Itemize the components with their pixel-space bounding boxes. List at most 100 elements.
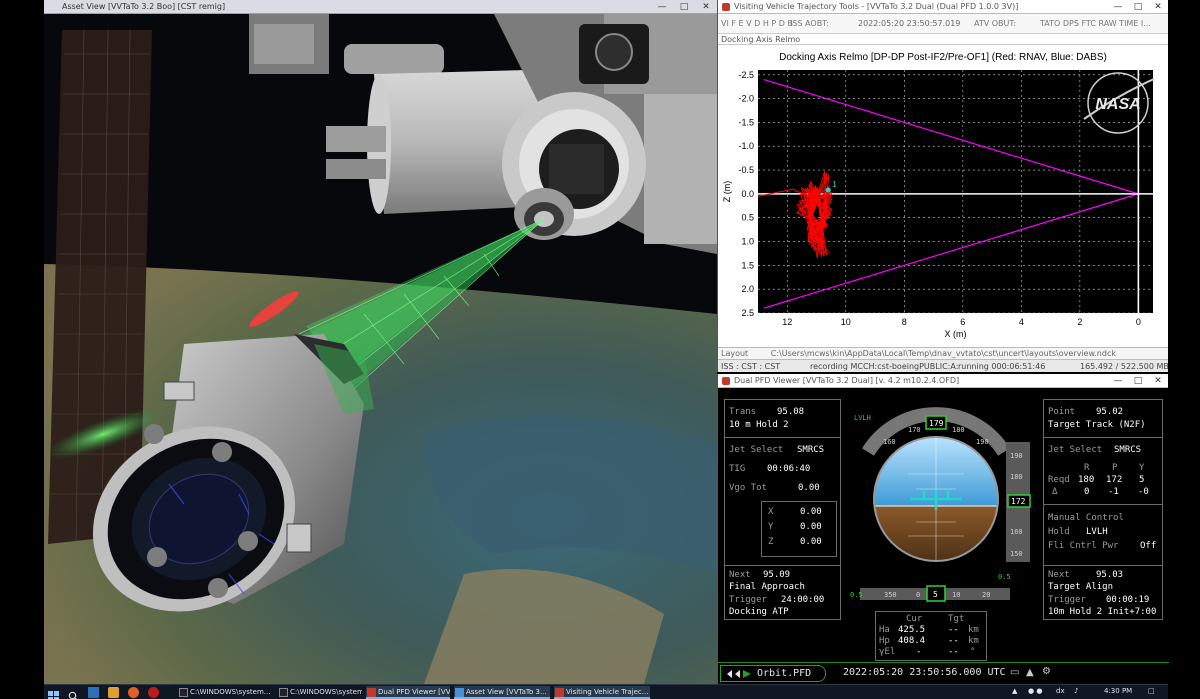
trajectory-title: Visiting Vehicle Trajectory Tools - [VVT…: [734, 2, 1019, 11]
layout-path-bar: Layout C:\Users\mcws\kin\AppData\Local\T…: [718, 347, 1168, 359]
close-icon[interactable]: ✕: [1148, 0, 1168, 14]
tig-value: 00:06:40: [767, 464, 811, 474]
pfd-timestamp: 2022:05:20 23:50:56.000 UTC: [843, 667, 1006, 678]
pfd-display: Trans 95.08 10 m Hold 2 Jet Select SMRCS…: [718, 388, 1169, 662]
system-clock[interactable]: 4:30 PM: [1104, 687, 1132, 695]
current-position-marker: [825, 187, 831, 193]
yel-tgt: --: [948, 647, 959, 657]
pfd-titlebar[interactable]: Dual PFD Viewer [VVTaTo 3.2 Dual] [v. 4.…: [718, 374, 1168, 388]
taskbar-item-dual-pfd[interactable]: Dual PFD Viewer [VVT...: [366, 686, 450, 699]
maximize-icon[interactable]: □: [673, 0, 695, 14]
taskbar-item-label: Asset View [VVTaTo 3...: [466, 688, 547, 696]
left-border: [0, 0, 44, 699]
vgo-y-label: Y: [768, 522, 774, 532]
language-indicator[interactable]: dx: [1056, 687, 1065, 695]
trigger-value: 00:00:19: [1106, 595, 1150, 605]
plot-selector-tab[interactable]: Docking Axis Relmo: [718, 34, 1168, 45]
hold-value: LVLH: [1086, 527, 1108, 537]
x-tick-label: 2: [1077, 317, 1082, 327]
minimize-icon[interactable]: —: [651, 0, 673, 14]
orbit-pfd-tab-label: Orbit.PFD: [757, 668, 812, 679]
svg-text:10: 10: [952, 591, 960, 599]
y-tick-label: 0.0: [741, 189, 754, 199]
asset-view-window[interactable]: Asset View [VVTaTo 3.2 Boo] [CST remig] …: [44, 0, 717, 684]
gear-icon[interactable]: ⚙: [1042, 666, 1051, 677]
file-explorer-icon[interactable]: [108, 687, 119, 698]
app-icon-red[interactable]: [148, 687, 159, 698]
y-tick-label: 1.0: [741, 237, 754, 247]
minimize-icon[interactable]: —: [1108, 0, 1128, 14]
toolbar-codes[interactable]: VI F E V D H P D B: [721, 19, 793, 28]
atv-obut-label: ATV OBUT:: [974, 19, 1017, 28]
trajectory-titlebar[interactable]: Visiting Vehicle Trajectory Tools - [VVT…: [718, 0, 1168, 14]
trigger-event: Docking ATP: [729, 607, 789, 617]
layout-label: Layout: [721, 349, 749, 358]
status-running: running 000:06:51:46: [958, 362, 1046, 371]
maximize-icon[interactable]: □: [1128, 374, 1148, 388]
task-view-icon[interactable]: [88, 687, 99, 698]
tray-network-icon[interactable]: ▲: [1012, 687, 1017, 695]
monitor-icon[interactable]: ▭: [1010, 667, 1019, 678]
y-tick-label: -1.5: [738, 117, 754, 127]
taskbar-item-cmd-2[interactable]: C:\WINDOWS\system...: [278, 686, 362, 699]
close-icon[interactable]: ✕: [695, 0, 717, 14]
taskbar-item-cmd-1[interactable]: C:\WINDOWS\system...: [178, 686, 274, 699]
lock-icon[interactable]: ▲: [1026, 667, 1034, 678]
attitude-director-indicator: 160 170 180 190 LVLH 179 190 180 160 150…: [850, 407, 1031, 602]
ha-label: Ha: [879, 625, 890, 635]
jet-select-value: SMRCS: [1114, 445, 1142, 455]
y-tick-label: -2.5: [738, 70, 754, 80]
app-icon: [722, 3, 730, 11]
chart-title: Docking Axis Relmo [DP-DP Post-IF2/Pre-O…: [779, 52, 1107, 63]
trajectory-time-header: VI F E V D H P D B ISS AOBT: 2022:05:20 …: [718, 14, 1168, 34]
trans-value: 95.08: [777, 407, 805, 417]
yel-label: γEl: [879, 647, 896, 657]
svg-text:160: 160: [1010, 528, 1023, 536]
svg-text:190: 190: [1010, 452, 1023, 460]
status-memory: 165.492 / 522.500 MB: [1080, 362, 1168, 371]
minimize-icon[interactable]: —: [1108, 374, 1128, 388]
delta-y: -0: [1138, 487, 1149, 497]
tray-icons[interactable]: ● ●: [1028, 687, 1042, 695]
volume-icon[interactable]: ♪: [1074, 687, 1078, 695]
svg-text:180: 180: [1010, 473, 1023, 481]
orbit-pfd-tab[interactable]: Orbit.PFD: [720, 665, 826, 682]
svg-text:170: 170: [908, 426, 921, 434]
windows-start-icon[interactable]: [48, 687, 59, 699]
hold-label: Hold: [1048, 527, 1070, 537]
target-track: Target Track (N2F): [1048, 420, 1146, 430]
svg-text:150: 150: [1010, 550, 1023, 558]
notification-icon[interactable]: □: [1148, 687, 1155, 695]
yel-cur: -: [916, 647, 922, 657]
maximize-icon[interactable]: □: [1128, 0, 1148, 14]
docking-axis-relmo-chart[interactable]: Docking Axis Relmo [DP-DP Post-IF2/Pre-O…: [718, 45, 1168, 347]
search-icon[interactable]: [68, 687, 79, 699]
vgo-z-label: Z: [768, 537, 774, 547]
jet-select-label: Jet Select: [1048, 445, 1103, 455]
3d-scene-viewport[interactable]: [44, 14, 717, 684]
attitude-ball: [874, 437, 998, 561]
taskbar-item-asset-view[interactable]: Asset View [VVTaTo 3...: [454, 686, 550, 699]
asset-view-titlebar[interactable]: Asset View [VVTaTo 3.2 Boo] [CST remig] …: [44, 0, 717, 14]
hp-cur: 408.4: [898, 636, 926, 646]
delta-label: Δ: [1052, 487, 1058, 497]
ha-tgt: --: [948, 625, 959, 635]
close-icon[interactable]: ✕: [1148, 374, 1168, 388]
x-tick-label: 6: [960, 317, 965, 327]
raw-time-label: TATO DPS FTC RAW TIME I...: [1040, 19, 1151, 28]
asset-view-title: Asset View [VVTaTo 3.2 Boo] [CST remig]: [62, 2, 226, 11]
vgo-z-value: 0.00: [800, 537, 822, 547]
taskbar-item-trajectory[interactable]: Visiting Vehicle Trajec...: [554, 686, 650, 699]
y-tick-label: -1.0: [738, 141, 754, 151]
firefox-icon[interactable]: [128, 687, 139, 698]
vgo-components-box: X 0.00 Y 0.00 Z 0.00: [761, 501, 837, 557]
lvlh-frame-label: LVLH: [854, 414, 871, 422]
windows-taskbar: C:\WINDOWS\system... C:\WINDOWS\system..…: [44, 684, 1168, 699]
rpy-p-header: P: [1112, 463, 1118, 473]
marker-label: 1: [832, 180, 837, 189]
trajectory-tool-window[interactable]: Visiting Vehicle Trajectory Tools - [VVT…: [717, 0, 1168, 372]
taskbar-item-label: C:\WINDOWS\system...: [190, 688, 271, 696]
y-tick-label: 1.5: [741, 260, 754, 270]
dual-pfd-window[interactable]: Dual PFD Viewer [VVTaTo 3.2 Dual] [v. 4.…: [717, 374, 1169, 684]
manual-control-label: Manual Control: [1048, 513, 1124, 523]
